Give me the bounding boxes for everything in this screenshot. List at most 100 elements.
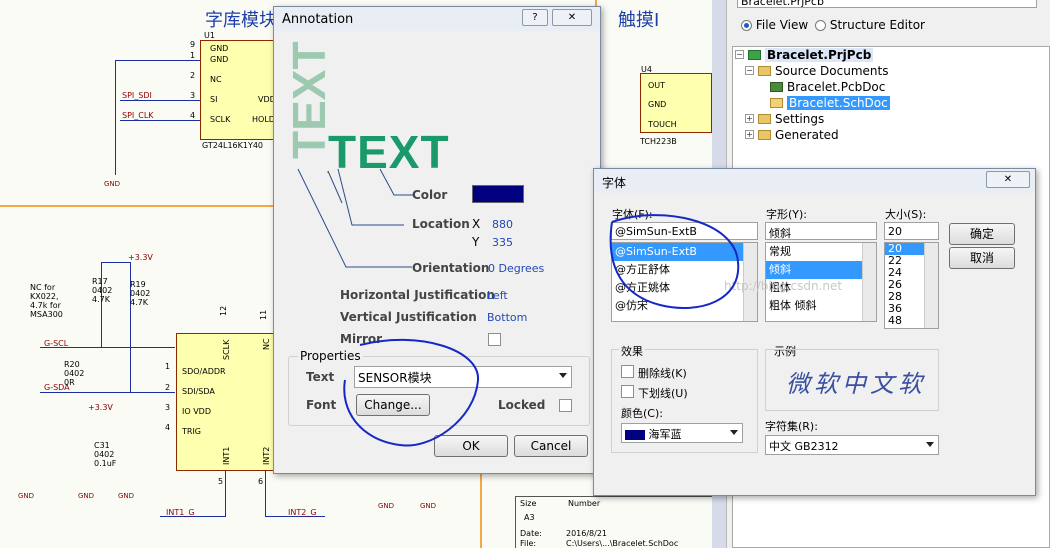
wire bbox=[101, 262, 131, 263]
title-touch-module: 触摸I bbox=[618, 10, 660, 31]
folder-icon bbox=[758, 129, 771, 140]
u1-pin-sclk: SCLK bbox=[210, 115, 231, 124]
size-list-scrollbar[interactable] bbox=[924, 243, 938, 328]
text-input[interactable]: SENSOR模块 bbox=[354, 366, 572, 388]
u1-ref: U1 bbox=[204, 31, 215, 40]
font-style-input[interactable]: 倾斜 bbox=[765, 222, 877, 240]
u1-pin-num-1: 1 bbox=[190, 51, 196, 60]
orientation-value[interactable]: 0 Degrees bbox=[488, 262, 544, 275]
tree-item-settings[interactable]: + Settings bbox=[745, 111, 824, 126]
font-size-list[interactable]: 20 22 24 26 28 36 48 bbox=[884, 242, 939, 329]
font-cancel-button[interactable]: 取消 bbox=[949, 247, 1015, 269]
wire bbox=[120, 100, 200, 101]
u1-pin-gnd1: GND bbox=[210, 44, 229, 53]
u1-pin-num-3: 3 bbox=[190, 91, 196, 100]
font-list-item[interactable]: @SimSun-ExtB bbox=[612, 243, 757, 261]
sensor-pin-num-11: 11 bbox=[259, 309, 268, 320]
project-icon bbox=[748, 49, 761, 60]
r17: R17 0402 4.7K bbox=[92, 277, 113, 304]
font-ok-button[interactable]: 确定 bbox=[949, 223, 1015, 245]
font-size-input[interactable]: 20 bbox=[884, 222, 939, 240]
expand-icon[interactable]: + bbox=[745, 130, 754, 139]
folder-icon bbox=[758, 65, 771, 76]
collapse-icon[interactable]: − bbox=[745, 66, 754, 75]
gnd-label: GND bbox=[104, 180, 121, 188]
sensor-pin-iovdd: IO VDD bbox=[182, 407, 211, 416]
underline-checkbox[interactable] bbox=[621, 385, 634, 398]
tree-item-schdoc[interactable]: Bracelet.SchDoc bbox=[770, 95, 890, 110]
wire bbox=[115, 60, 200, 61]
expand-icon[interactable]: + bbox=[745, 114, 754, 123]
tree-item-source-documents[interactable]: − Source Documents bbox=[745, 63, 888, 78]
color-swatch[interactable] bbox=[472, 185, 524, 203]
properties-label: Properties bbox=[298, 349, 363, 363]
close-button[interactable]: ✕ bbox=[552, 9, 592, 26]
net-spi-sdi: SPI_SDI bbox=[122, 91, 152, 100]
sensor-pin-num-5: 5 bbox=[218, 477, 224, 486]
chevron-down-icon bbox=[559, 373, 567, 378]
close-icon: ✕ bbox=[1003, 174, 1013, 185]
u4-pin-gnd: GND bbox=[648, 100, 667, 109]
pcb-doc-icon bbox=[770, 81, 783, 92]
close-icon: ✕ bbox=[567, 12, 577, 23]
help-button[interactable]: ? bbox=[522, 9, 548, 26]
wire bbox=[225, 471, 226, 516]
gnd-label: GND bbox=[18, 492, 35, 500]
preview-leader-lines bbox=[297, 168, 414, 268]
net-spi-clk: SPI_CLK bbox=[122, 111, 154, 120]
sensor-pin-sdo: SDO/ADDR bbox=[182, 367, 226, 376]
u1-pin-hold: HOLD bbox=[252, 115, 275, 124]
chevron-down-icon bbox=[730, 430, 738, 435]
view-file-option[interactable]: File View bbox=[741, 18, 808, 32]
locked-checkbox[interactable] bbox=[559, 399, 572, 412]
collapse-icon[interactable]: − bbox=[735, 50, 744, 59]
net-3v3-b: +3.3V bbox=[88, 403, 113, 412]
workspace-field[interactable]: Bracelet.PrjPcb bbox=[737, 0, 1037, 8]
sensor-pin-num-3: 3 bbox=[165, 403, 171, 412]
tree-item-project[interactable]: − Bracelet.PrjPcb bbox=[735, 47, 874, 62]
sample-box: 微软中文软 bbox=[765, 349, 939, 411]
sensor-pin-sdi: SDI/SDA bbox=[182, 387, 215, 396]
u1-pin-gnd2: GND bbox=[210, 55, 229, 64]
x-value[interactable]: 880 bbox=[492, 218, 513, 231]
cancel-button[interactable]: Cancel bbox=[514, 435, 588, 457]
underline-label: 下划线(U) bbox=[638, 387, 688, 400]
style-list-item[interactable]: 倾斜 bbox=[766, 261, 876, 279]
charset-select[interactable]: 中文 GB2312 bbox=[765, 435, 939, 455]
annotation-preview: TEXT TEXT Color Location X 880 Y 335 Ori… bbox=[283, 41, 594, 283]
font-name-input[interactable]: @SimSun-ExtB bbox=[611, 222, 758, 240]
net-3v3-a: +3.3V bbox=[128, 253, 153, 262]
style-list-scrollbar[interactable] bbox=[862, 243, 876, 321]
u1-part: GT24L16K1Y40 bbox=[202, 141, 264, 150]
effects-label: 效果 bbox=[619, 343, 645, 359]
sensor-pin-sclk: SCLK bbox=[222, 339, 231, 360]
strikeout-checkbox[interactable] bbox=[621, 365, 634, 378]
vjust-value[interactable]: Bottom bbox=[487, 311, 527, 324]
view-structure-option[interactable]: Structure Editor bbox=[815, 18, 925, 32]
tree-item-generated[interactable]: + Generated bbox=[745, 127, 839, 142]
x-label: X bbox=[472, 217, 481, 231]
style-list-item[interactable]: 粗体 倾斜 bbox=[766, 297, 876, 315]
mirror-checkbox[interactable] bbox=[488, 333, 501, 346]
change-font-button[interactable]: Change... bbox=[356, 394, 430, 416]
hjust-value[interactable]: Left bbox=[487, 289, 508, 302]
style-list-item[interactable]: 常规 bbox=[766, 243, 876, 261]
ok-button[interactable]: OK bbox=[434, 435, 508, 457]
font-list-item[interactable]: @方正舒体 bbox=[612, 261, 757, 279]
font-title: 字体 bbox=[602, 176, 627, 190]
close-button[interactable]: ✕ bbox=[986, 171, 1030, 188]
orientation-label: Orientation bbox=[412, 261, 490, 275]
color-select[interactable]: 海军蓝 bbox=[621, 423, 743, 443]
gnd-label: GND bbox=[118, 492, 135, 500]
wire bbox=[115, 60, 116, 175]
tree-item-pcbdoc[interactable]: Bracelet.PcbDoc bbox=[770, 79, 885, 94]
sensor-pin-num-6: 6 bbox=[258, 477, 264, 486]
font-list-item[interactable]: @仿宋 bbox=[612, 297, 757, 315]
sensor-pin-int1: INT1 bbox=[222, 446, 231, 465]
sensor-pin-num-1: 1 bbox=[165, 362, 171, 371]
sample-text: 微软中文软 bbox=[786, 370, 926, 398]
annotation-dialog: Annotation ? ✕ TEXT TEXT Color Location … bbox=[273, 6, 601, 474]
title-block: Size Number A3 Date: 2016/8/21 File: C:\… bbox=[515, 496, 712, 548]
y-value[interactable]: 335 bbox=[492, 236, 513, 249]
strikeout-label: 删除线(K) bbox=[638, 367, 687, 380]
